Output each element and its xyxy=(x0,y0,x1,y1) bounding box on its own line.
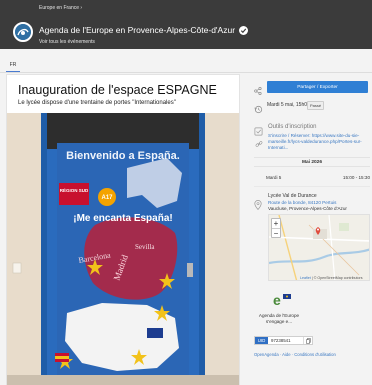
calendar-month: Mai 2026 xyxy=(254,157,370,167)
agenda-title[interactable]: Agenda de l'Europe en Provence-Alpes-Côt… xyxy=(39,25,235,35)
divider xyxy=(254,186,370,187)
map-attribution: Leaflet | © OpenStreetMap contributors xyxy=(300,276,363,280)
status-badge: Passé xyxy=(307,101,325,110)
photo-region-logo: RÉGION SUD xyxy=(60,186,89,193)
photo-slogan-middle: ¡Me encanta España! xyxy=(73,213,172,224)
site-header: Europe en France › Agenda de l'Europe en… xyxy=(0,0,372,49)
footer-links[interactable]: OpenAgenda · Aide · Conditions d'utilisa… xyxy=(254,352,336,357)
venue-region: Vaucluse, Provence-Alpes-Côte d'Azur xyxy=(268,206,347,211)
language-tabs: FR xyxy=(0,59,372,73)
photo-word-3: Sevilla xyxy=(135,243,155,251)
event-date: Mardi 5 mai, 15h00 xyxy=(267,102,310,108)
registration-link[interactable]: S'inscrire / Réserver: https://www.site-… xyxy=(268,133,370,151)
registration-title: Outils d'inscription xyxy=(268,124,317,130)
share-export-button[interactable]: Partager / Exporter xyxy=(267,81,368,93)
photo-motorway-sign: A17 xyxy=(101,195,113,201)
verified-icon xyxy=(239,25,249,35)
event-card: Inauguration de l'espace ESPAGNE Le lycé… xyxy=(6,74,240,385)
uid-field: UID 97238541 xyxy=(254,336,313,345)
all-events-link[interactable]: Voir tous les événements xyxy=(39,39,95,45)
agenda-logo[interactable] xyxy=(13,22,33,42)
copy-icon[interactable] xyxy=(303,337,312,344)
map-zoom-controls: + − xyxy=(271,218,281,238)
link-icon xyxy=(255,135,263,147)
photo-slogan-top: Bienvenido a España. xyxy=(66,150,180,162)
event-description: Le lycée dispose d'une trentaine de port… xyxy=(18,100,176,106)
location-pin-icon xyxy=(254,197,262,211)
uid-label: UID xyxy=(255,337,268,344)
zoom-out-button[interactable]: − xyxy=(272,228,280,238)
venue-name: Lycée Val de Durance xyxy=(268,193,317,199)
leaflet-link[interactable]: Leaflet xyxy=(300,276,311,280)
tab-fr[interactable]: FR xyxy=(6,62,20,72)
event-title: Inauguration de l'espace ESPAGNE xyxy=(18,83,217,97)
share-icon[interactable] xyxy=(254,82,262,96)
zoom-in-button[interactable]: + xyxy=(272,219,280,228)
calendar-day: Mardi 5 xyxy=(266,175,282,180)
calendar-time: 15:00 - 15:30 xyxy=(342,175,370,180)
venue-address[interactable]: Route de la bonde, 84120 Pertuis xyxy=(268,200,336,205)
agenda-owner-logo[interactable]: e xyxy=(272,291,292,309)
location-map[interactable] xyxy=(268,214,370,281)
history-icon xyxy=(254,101,263,114)
attribution-text: | © OpenStreetMap contributors xyxy=(310,276,363,280)
event-photo[interactable]: Bienvenido a España. RÉGION SUD A17 ¡Me … xyxy=(7,113,239,385)
uid-value: 97238541 xyxy=(268,337,303,344)
breadcrumb[interactable]: Europe en France › xyxy=(39,5,82,11)
agenda-owner-name[interactable]: Agenda de l'Europe s'engage e... xyxy=(254,313,304,325)
checkbox-icon xyxy=(254,123,263,136)
svg-text:e: e xyxy=(273,292,281,308)
